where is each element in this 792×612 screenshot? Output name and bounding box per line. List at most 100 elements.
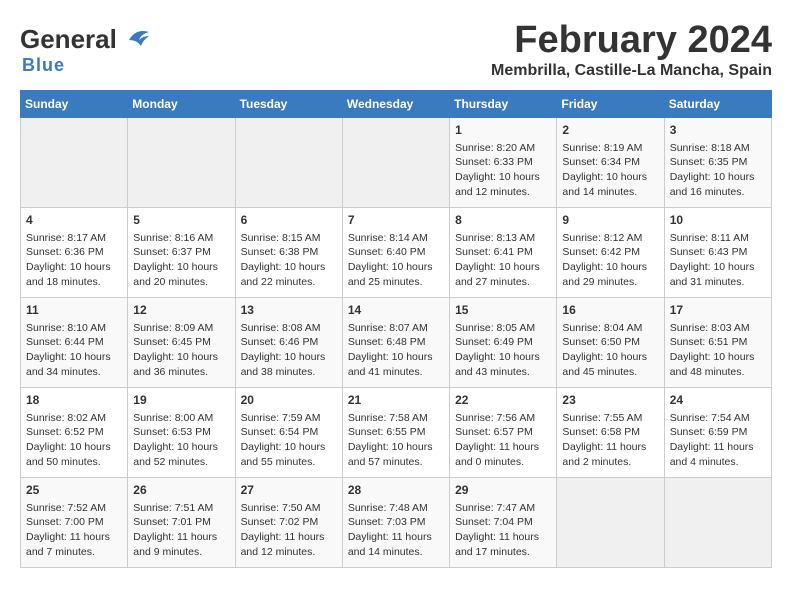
sunrise-label: Sunrise: 8:03 AM — [670, 322, 750, 334]
sunset-label: Sunset: 6:37 PM — [133, 246, 211, 258]
sunset-label: Sunset: 6:41 PM — [455, 246, 533, 258]
day-number: 2 — [562, 122, 658, 139]
calendar-cell: 28 Sunrise: 7:48 AM Sunset: 7:03 PM Dayligh… — [342, 477, 449, 567]
calendar-cell: 22Sunrise: 7:56 AMSunset: 6:57 PMDayligh… — [450, 387, 557, 477]
day-number: 17 — [670, 302, 766, 319]
calendar-cell: 6Sunrise: 8:15 AMSunset: 6:38 PMDaylight… — [235, 207, 342, 297]
day-number: 4 — [26, 212, 122, 229]
sunset-label: Sunset: 6:54 PM — [241, 426, 319, 438]
sunrise-label: Sunrise: 8:19 AM — [562, 142, 642, 154]
sunset-label: Sunset: 6:44 PM — [26, 336, 104, 348]
sunset-label: Sunset: 6:55 PM — [348, 426, 426, 438]
daylight-label: Daylight: 10 hours and 18 minutes. — [26, 261, 111, 288]
daylight-label: Daylight: 11 hours and 7 minutes. — [26, 531, 110, 558]
calendar-cell — [128, 117, 235, 207]
calendar-cell: 17Sunrise: 8:03 AMSunset: 6:51 PMDayligh… — [664, 297, 771, 387]
calendar-cell: 7Sunrise: 8:14 AMSunset: 6:40 PMDaylight… — [342, 207, 449, 297]
daylight-label: Daylight: 10 hours and 43 minutes. — [455, 351, 540, 378]
calendar-cell: 26Sunrise: 7:51 AMSunset: 7:01 PMDayligh… — [128, 477, 235, 567]
sunrise-label: Sunrise: 8:10 AM — [26, 322, 106, 334]
sunset-label: Sunset: 6:36 PM — [26, 246, 104, 258]
day-header-saturday: Saturday — [664, 90, 771, 117]
day-number: 3 — [670, 122, 766, 139]
sunrise-label: Sunrise: 8:00 AM — [133, 412, 213, 424]
daylight-label: Daylight: 10 hours and 34 minutes. — [26, 351, 111, 378]
sunrise-label: Sunrise: 7:48 AM — [348, 502, 428, 514]
sunset-label: Sunset: 7:02 PM — [241, 516, 319, 528]
sunset-label: Sunset: 6:59 PM — [670, 426, 748, 438]
day-number: 27 — [241, 482, 337, 499]
calendar-cell — [342, 117, 449, 207]
daylight-label: Daylight: 11 hours and 12 minutes. — [241, 531, 325, 558]
daylight-label: Daylight: 10 hours and 20 minutes. — [133, 261, 218, 288]
sunrise-label: Sunrise: 7:52 AM — [26, 502, 106, 514]
sunset-label: Sunset: 6:52 PM — [26, 426, 104, 438]
sunset-label: Sunset: 6:34 PM — [562, 156, 640, 168]
calendar-cell: 19Sunrise: 8:00 AMSunset: 6:53 PMDayligh… — [128, 387, 235, 477]
calendar-cell — [21, 117, 128, 207]
calendar-cell: 9Sunrise: 8:12 AMSunset: 6:42 PMDaylight… — [557, 207, 664, 297]
day-number: 21 — [348, 392, 444, 409]
sunrise-label: Sunrise: 7:50 AM — [241, 502, 321, 514]
calendar-cell: 23Sunrise: 7:55 AMSunset: 6:58 PMDayligh… — [557, 387, 664, 477]
daylight-label: Daylight: 11 hours and 14 minutes. — [348, 531, 432, 558]
sunrise-label: Sunrise: 8:17 AM — [26, 232, 106, 244]
location-subtitle: Membrilla, Castille-La Mancha, Spain — [491, 62, 772, 80]
day-number: 11 — [26, 302, 122, 319]
sunset-label: Sunset: 6:45 PM — [133, 336, 211, 348]
calendar-cell: 10Sunrise: 8:11 AMSunset: 6:43 PMDayligh… — [664, 207, 771, 297]
logo-bird-icon — [121, 26, 151, 54]
calendar-week-row: 4 Sunrise: 8:17 AM Sunset: 6:36 PM Daylight… — [21, 207, 772, 297]
calendar-cell: 27 Sunrise: 7:50 AM Sunset: 7:02 PM Dayligh… — [235, 477, 342, 567]
day-header-sunday: Sunday — [21, 90, 128, 117]
daylight-label: Daylight: 10 hours and 22 minutes. — [241, 261, 326, 288]
daylight-label: Daylight: 11 hours and 4 minutes. — [670, 441, 754, 468]
day-number: 22 — [455, 392, 551, 409]
daylight-label: Daylight: 11 hours and 2 minutes. — [562, 441, 646, 468]
day-header-friday: Friday — [557, 90, 664, 117]
day-number: 29 — [455, 482, 551, 499]
calendar-cell: 21Sunrise: 7:58 AMSunset: 6:55 PMDayligh… — [342, 387, 449, 477]
day-number: 24 — [670, 392, 766, 409]
sunrise-label: Sunrise: 7:59 AM — [241, 412, 321, 424]
sunrise-label: Sunrise: 8:16 AM — [133, 232, 213, 244]
calendar-cell: 11 Sunrise: 8:10 AM Sunset: 6:44 PM Dayligh… — [21, 297, 128, 387]
calendar-cell: 8Sunrise: 8:13 AMSunset: 6:41 PMDaylight… — [450, 207, 557, 297]
sunset-label: Sunset: 7:00 PM — [26, 516, 104, 528]
sunset-label: Sunset: 7:04 PM — [455, 516, 533, 528]
logo-blue: Blue — [22, 55, 65, 75]
day-number: 10 — [670, 212, 766, 229]
day-header-monday: Monday — [128, 90, 235, 117]
sunset-label: Sunset: 6:51 PM — [670, 336, 748, 348]
calendar-cell: 2Sunrise: 8:19 AMSunset: 6:34 PMDaylight… — [557, 117, 664, 207]
calendar-header-row: SundayMondayTuesdayWednesdayThursdayFrid… — [21, 90, 772, 117]
day-number: 6 — [241, 212, 337, 229]
calendar-cell: 18Sunrise: 8:02 AMSunset: 6:52 PMDayligh… — [21, 387, 128, 477]
sunrise-label: Sunrise: 7:55 AM — [562, 412, 642, 424]
day-number: 1 — [455, 122, 551, 139]
sunrise-label: Sunrise: 8:07 AM — [348, 322, 428, 334]
calendar-cell: 5Sunrise: 8:16 AMSunset: 6:37 PMDaylight… — [128, 207, 235, 297]
day-number: 12 — [133, 302, 229, 319]
daylight-label: Daylight: 10 hours and 12 minutes. — [455, 171, 540, 198]
daylight-label: Daylight: 10 hours and 52 minutes. — [133, 441, 218, 468]
calendar-cell: 1Sunrise: 8:20 AMSunset: 6:33 PMDaylight… — [450, 117, 557, 207]
day-number: 25 — [26, 482, 122, 499]
sunrise-label: Sunrise: 8:02 AM — [26, 412, 106, 424]
daylight-label: Daylight: 11 hours and 9 minutes. — [133, 531, 217, 558]
month-year-title: February 2024 — [491, 20, 772, 62]
sunrise-label: Sunrise: 8:12 AM — [562, 232, 642, 244]
daylight-label: Daylight: 10 hours and 45 minutes. — [562, 351, 647, 378]
calendar-week-row: 25 Sunrise: 7:52 AM Sunset: 7:00 PM Dayligh… — [21, 477, 772, 567]
calendar-week-row: 18Sunrise: 8:02 AMSunset: 6:52 PMDayligh… — [21, 387, 772, 477]
sunrise-label: Sunrise: 8:04 AM — [562, 322, 642, 334]
sunset-label: Sunset: 6:38 PM — [241, 246, 319, 258]
calendar-cell — [557, 477, 664, 567]
calendar-cell: 12Sunrise: 8:09 AMSunset: 6:45 PMDayligh… — [128, 297, 235, 387]
daylight-label: Daylight: 11 hours and 17 minutes. — [455, 531, 539, 558]
day-header-tuesday: Tuesday — [235, 90, 342, 117]
daylight-label: Daylight: 10 hours and 41 minutes. — [348, 351, 433, 378]
sunset-label: Sunset: 6:43 PM — [670, 246, 748, 258]
sunset-label: Sunset: 7:03 PM — [348, 516, 426, 528]
day-number: 28 — [348, 482, 444, 499]
